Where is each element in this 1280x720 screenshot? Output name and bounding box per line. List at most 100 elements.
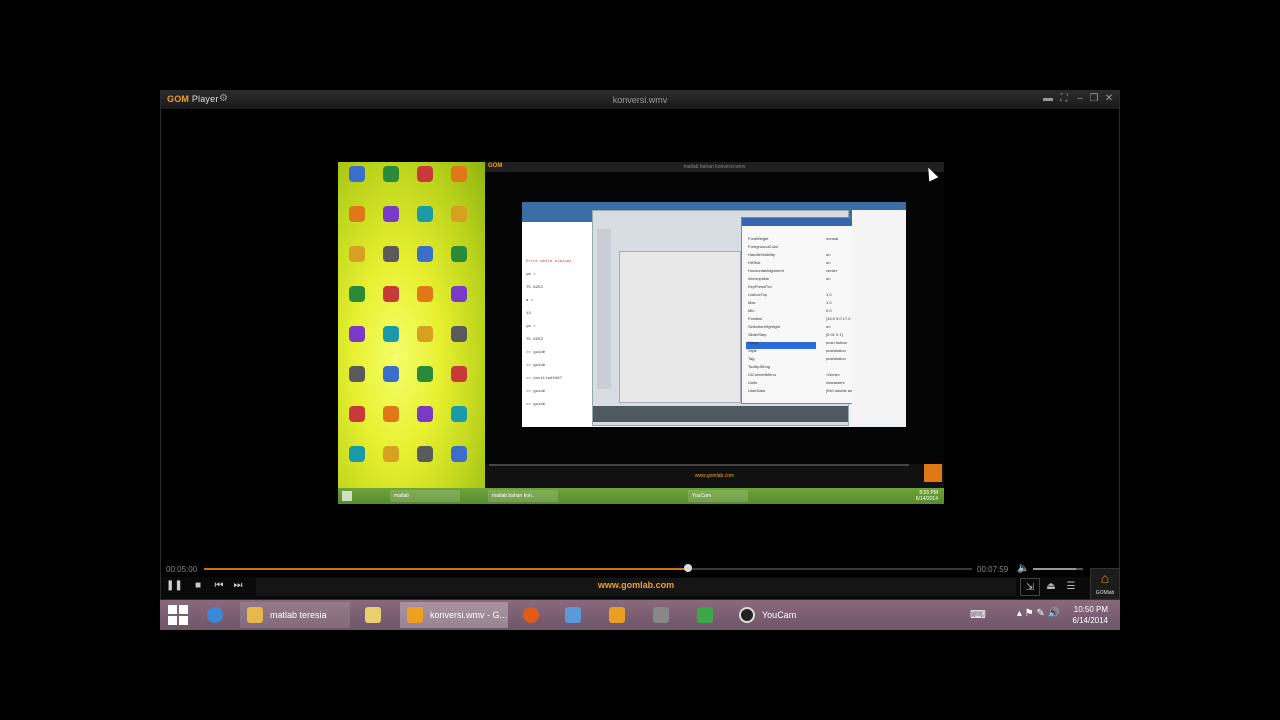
recorded-url: www.gomlab.com [694,473,735,479]
pause-button[interactable]: ❚❚ [166,580,183,591]
desktop-icon [410,166,440,182]
desktop-icon [376,286,406,302]
screen-ratio-icon[interactable]: ⇲ [1020,578,1040,596]
property-name: Position [748,316,763,321]
property-value: [0.01 0.1] [826,332,843,337]
home-icon: ⌂ [1100,570,1110,586]
property-name: ListboxTop [748,292,768,297]
volume-icon[interactable]: 🔈 [1017,563,1029,574]
desktop-icon [376,166,406,182]
recorded-clock: 8:55 PM 6/14/2014 [916,490,938,502]
matlab-cmd-line: >> guide [526,351,546,355]
recorded-seek-bar [489,464,909,466]
matlab-cmd-line: >> untitled3467 [526,377,563,381]
paint-icon[interactable] [556,603,590,627]
matlab-cmd-line: ym = [526,273,536,277]
property-name: ForegroundColor [748,244,779,249]
desktop-icon [342,366,372,382]
system-tray[interactable]: ▴ ⚑ ✎ 🔊 [1017,608,1060,619]
matlab-window: Error while evaluat ym = 75.6253 a = 13 ym = 7… [522,202,906,427]
recorded-task-item: matlab [390,490,460,502]
matlab-cmd-line: >> guide [526,364,546,368]
clock[interactable]: 10:50 PM 6/14/2014 [1072,604,1108,626]
gom-player-icon [407,607,423,623]
desktop-icon [410,286,440,302]
gom-player-window: GOM Player ⚙ konversi.wmv ▬ ⛶ – ❐ ✕ GOM … [160,90,1120,600]
taskbar-item-label: konversi.wmv - G... [430,610,508,620]
desktop-icon [444,326,474,342]
gomlab-label: GOMlab [1095,590,1115,596]
firefox-icon[interactable] [514,603,548,627]
hao123-icon[interactable] [688,603,722,627]
desktop-icon [376,246,406,262]
taskbar-item-folder-app[interactable] [356,603,390,627]
minimize-button[interactable]: – [1073,93,1087,104]
recorded-start-icon [342,491,352,501]
property-name: Style [748,348,757,353]
property-value: <None> [826,372,841,377]
matlab-cmd-line: >> guide [526,403,546,407]
desktop-icon [342,166,372,182]
desktop-icon [376,206,406,222]
desktop-icon [444,366,474,382]
minimize-tray-icon[interactable]: ▬ [1041,93,1055,104]
seek-progress [204,568,688,570]
calendar-glyph [653,607,669,623]
title-bar[interactable]: GOM Player ⚙ konversi.wmv ▬ ⛶ – ❐ ✕ [161,91,1119,109]
next-button[interactable]: ⏭ [230,580,246,591]
property-name: Tag [748,356,755,361]
clock-date: 6/14/2014 [1072,616,1108,625]
maximize-button[interactable]: ❐ [1087,93,1101,104]
taskbar-item-youcam[interactable]: YouCam [732,602,840,628]
compact-mode-icon[interactable]: ⛶ [1057,93,1071,104]
recorded-desktop [338,162,485,488]
paint-glyph [565,607,581,623]
calendar-icon[interactable] [644,603,678,627]
open-file-icon[interactable]: ⏏ [1041,578,1061,596]
hao123-glyph [697,607,713,623]
taskbar-item-gom-player[interactable]: konversi.wmv - G... [400,602,508,628]
recorded-home-icon [924,464,942,482]
stop-button[interactable]: ■ [190,580,206,591]
keyboard-icon[interactable]: ⌨ [970,608,986,621]
property-value: characters [826,380,845,385]
seek-handle[interactable] [683,564,692,572]
property-value: 1.0 [826,300,832,305]
desktop-icon [376,406,406,422]
property-name: UserData [748,388,765,393]
volume-level [1033,568,1076,570]
property-name: HorizontalAlignment [748,268,784,273]
matlab-cmd-line: Error while evaluat [526,260,572,264]
property-name: UIContextMenu [748,372,776,377]
recorded-taskbar: matlab matlab bahan kon.. YouCam 8:55 PM… [338,488,944,504]
desktop-icon [342,406,372,422]
previous-button[interactable]: ⏮ [211,580,227,591]
desktop-icon [342,446,372,462]
desktop-icon [376,366,406,382]
start-button[interactable] [168,605,188,625]
desktop-icon [342,326,372,342]
matlab-cmd-line: ym = [526,325,536,329]
close-button[interactable]: ✕ [1102,93,1116,104]
windows-taskbar: matlab teresia konversi.wmv - G... YouCa… [160,600,1120,630]
property-value: on [826,252,831,257]
video-frame[interactable]: GOM matlab bahan konversi.wmv Error whil… [338,162,944,504]
recorded-task-item: YouCam [688,490,748,502]
guide-editor: FontWeight normal ForegroundColor HandleVis… [592,210,898,426]
taskbar-item-matlab-teresia[interactable]: matlab teresia [240,602,350,628]
guide-status-bar [593,406,848,422]
property-value: on [826,260,831,265]
gomlab-button[interactable]: ⌂ GOMlab [1090,568,1120,600]
hand-tool-icon[interactable] [600,603,634,627]
gomlab-link[interactable]: www.gomlab.com [256,580,1016,590]
recorded-task-item: matlab bahan kon.. [488,490,558,502]
taskbar-item-label: matlab teresia [270,610,327,620]
matlab-cmd-line: 75.6253 [526,286,543,290]
desktop-icon [410,206,440,222]
firefox-glyph [523,607,539,623]
menu-icon[interactable]: ☰ [1061,578,1081,596]
internet-explorer-icon[interactable] [198,603,232,627]
property-name: SelectionHighlight [748,324,781,329]
property-name: Units [748,380,758,385]
property-name: FontWeight [748,236,769,241]
